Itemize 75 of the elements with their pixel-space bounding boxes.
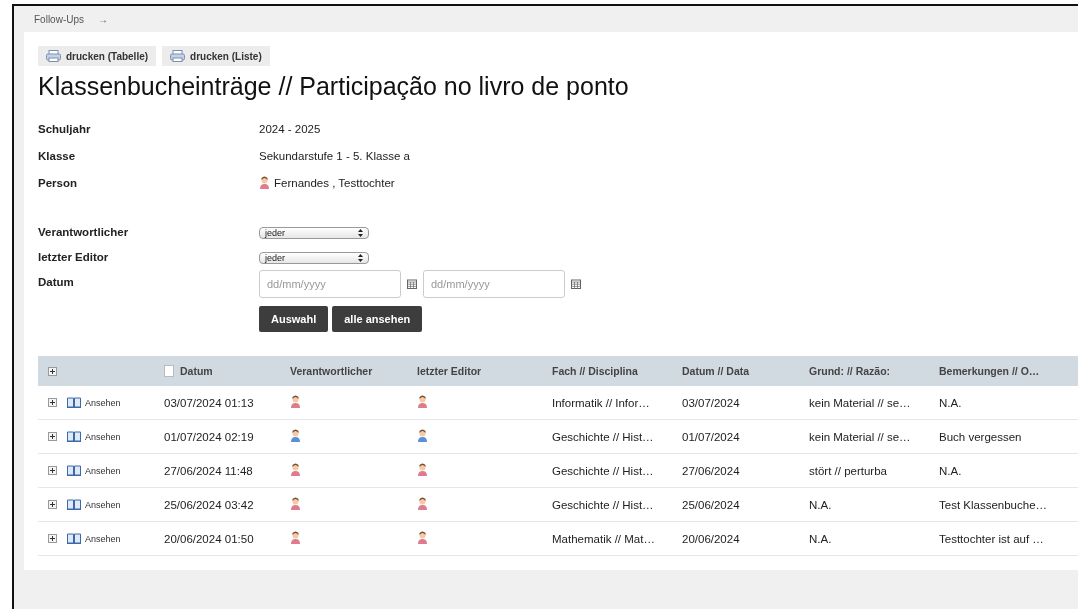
table-cell-text: 25/06/2024	[681, 498, 741, 511]
expand-icon[interactable]	[48, 398, 57, 407]
expand-icon[interactable]	[48, 500, 57, 509]
filter-label: letzter Editor	[38, 250, 110, 263]
table-cell-text: Test Klassenbuche…	[938, 498, 1049, 511]
column-header[interactable]: Grund: // Razão:	[803, 365, 933, 377]
info-label: Klasse	[38, 148, 77, 164]
view-link[interactable]: Ansehen	[61, 465, 158, 476]
table-cell-text: Mathematik // Mat…	[551, 532, 656, 545]
filter-label: Verantwortlicher	[38, 225, 130, 238]
action-button[interactable]: Auswahl	[259, 306, 329, 332]
column-header[interactable]: Fach // Disciplina	[546, 365, 676, 377]
table-cell-text: N.A.	[938, 396, 963, 409]
dropdown-arrows-icon	[358, 228, 363, 237]
table-cell-text: 25/06/2024 03:42	[163, 498, 255, 511]
select-field[interactable]: jeder	[259, 226, 369, 239]
dropdown-arrows-icon	[358, 253, 363, 262]
book-icon	[67, 465, 81, 476]
table-cell-text: Informatik // Infor…	[551, 396, 651, 409]
table-cell-text: 27/06/2024	[681, 464, 741, 477]
book-icon	[67, 499, 81, 510]
page-title: Klassenbucheinträge // Participação no livro de ponto	[38, 72, 630, 101]
document-icon	[164, 365, 174, 377]
arrow-glyph: →	[98, 13, 108, 25]
table-cell-text: 27/06/2024 11:48	[163, 464, 254, 477]
table-cell-text: 03/07/2024	[681, 396, 741, 409]
book-icon	[67, 397, 81, 408]
column-header[interactable]: letzter Editor	[411, 365, 546, 377]
table-cell-text: kein Material // se…	[808, 430, 912, 443]
select-field[interactable]: jeder	[259, 251, 369, 264]
calendar-icon[interactable]	[407, 279, 417, 289]
table-cell-text: 20/06/2024	[681, 532, 741, 545]
table-cell-text: kein Material // se…	[808, 396, 912, 409]
info-value: Sekundarstufe 1 - 5. Klasse a	[259, 148, 411, 164]
action-button[interactable]: alle ansehen	[332, 306, 423, 332]
table-cell-text: Geschichte // Hist…	[551, 430, 655, 443]
view-link[interactable]: Ansehen	[61, 533, 158, 544]
view-link[interactable]: Ansehen	[61, 431, 158, 442]
calendar-icon[interactable]	[571, 279, 581, 289]
printer-icon	[170, 50, 186, 62]
print-button[interactable]: drucken (Liste)	[162, 46, 270, 66]
printer-icon	[46, 50, 61, 62]
table-cell-text: Buch vergessen	[938, 430, 1023, 443]
filter-label: Datum	[38, 275, 75, 288]
book-icon	[67, 431, 81, 442]
date-field[interactable]: dd/mm/yyyy	[259, 270, 401, 298]
table-cell-text: 03/07/2024 01:13	[163, 396, 255, 409]
date-field[interactable]: dd/mm/yyyy	[423, 270, 565, 298]
table-cell-text: 01/07/2024	[681, 430, 741, 443]
view-link[interactable]: Ansehen	[61, 397, 158, 408]
table-cell-text: Geschichte // Hist…	[551, 498, 655, 511]
print-button[interactable]: drucken (Tabelle)	[38, 46, 157, 66]
book-icon	[67, 533, 81, 544]
table-cell-text: Geschichte // Hist…	[551, 464, 655, 477]
table-cell-text: N.A.	[808, 498, 833, 511]
expand-icon[interactable]	[48, 466, 57, 475]
table-cell-text: Testtochter ist auf …	[938, 532, 1045, 545]
table-cell-text: N.A.	[808, 532, 833, 545]
column-header[interactable]: Datum	[180, 365, 213, 377]
table-cell-text: stört // perturba	[808, 464, 888, 477]
column-header[interactable]: Verantwortlicher	[284, 365, 411, 377]
table-cell-text: 01/07/2024 02:19	[163, 430, 255, 443]
expand-icon[interactable]	[48, 366, 57, 376]
table-cell-text: N.A.	[938, 464, 963, 477]
table-cell-text: 20/06/2024 01:50	[163, 532, 255, 545]
info-label: Schuljahr	[38, 121, 92, 137]
info-value: 2024 - 2025	[259, 121, 322, 137]
expand-icon[interactable]	[48, 432, 57, 441]
info-value: Fernandes , Testtochter	[274, 176, 395, 189]
column-header[interactable]: Bemerkungen // O…	[933, 365, 1078, 377]
view-link[interactable]: Ansehen	[61, 499, 158, 510]
breadcrumb-link[interactable]: Follow-Ups	[34, 13, 84, 25]
expand-icon[interactable]	[48, 534, 57, 543]
info-label: Person	[38, 175, 78, 191]
column-header[interactable]: Datum // Data	[676, 365, 803, 377]
